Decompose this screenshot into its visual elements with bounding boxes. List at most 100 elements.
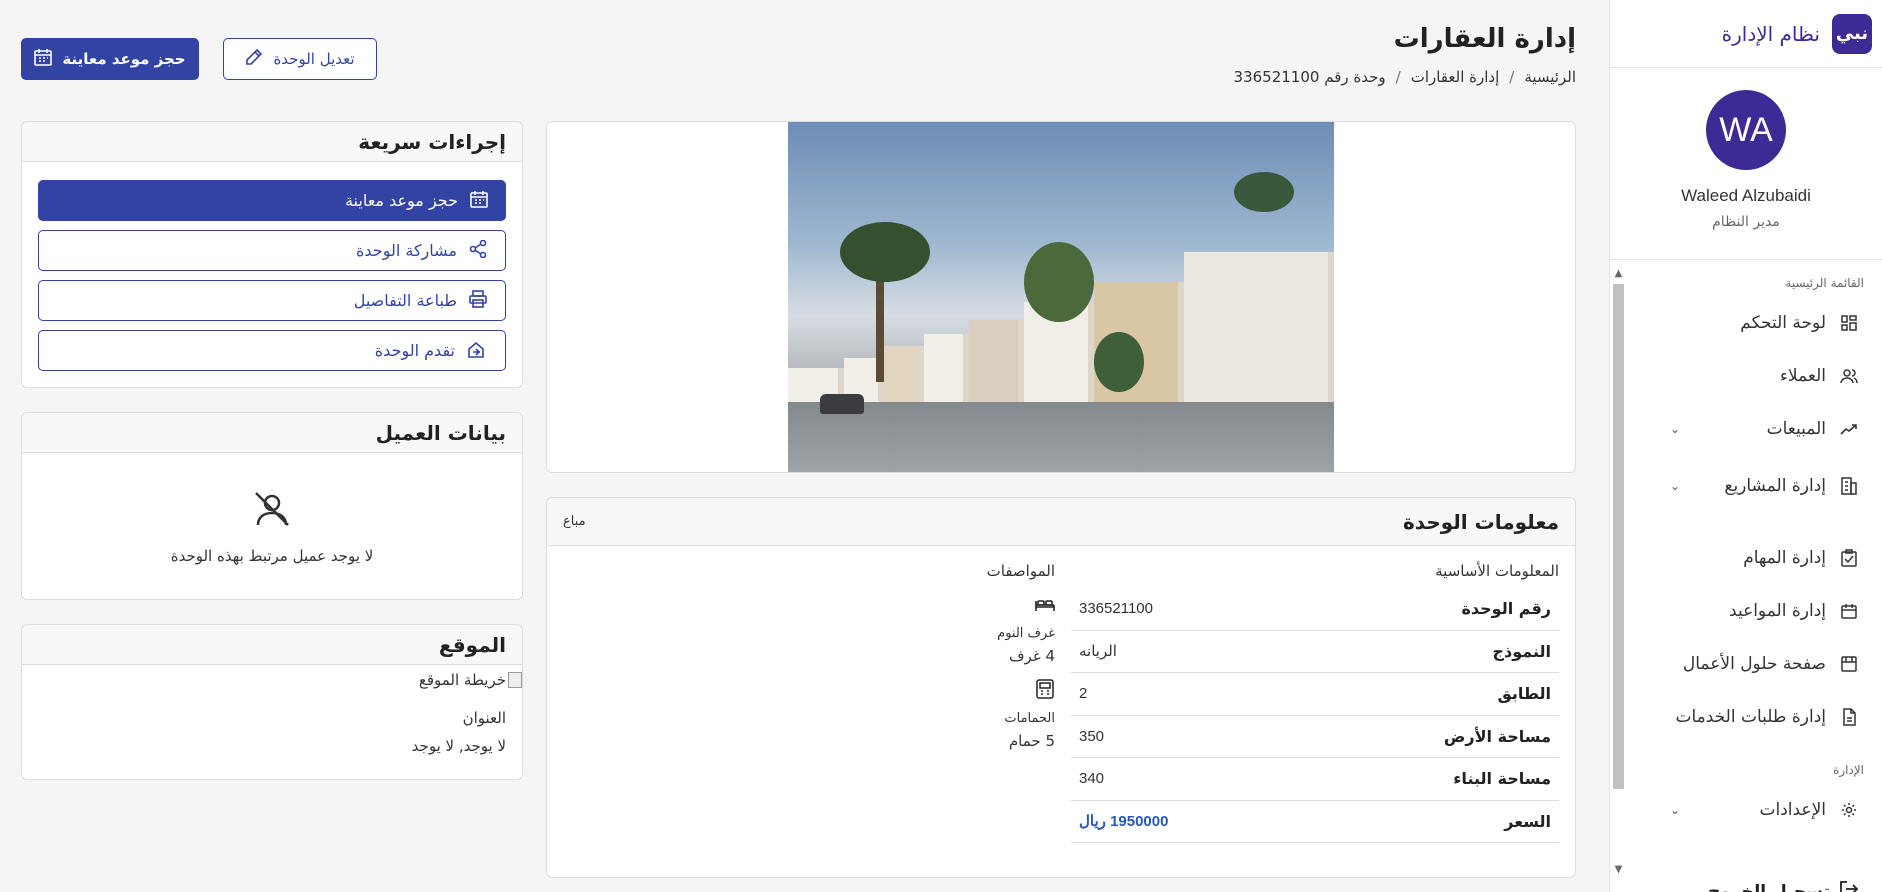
sidebar-item-label: المبيعات [1766, 418, 1826, 439]
unit-info-title: معلومات الوحدة [1402, 509, 1559, 534]
breadcrumb-separator: / [1395, 68, 1401, 86]
calendar-icon [34, 48, 53, 70]
sidebar-item-label: إدارة طلبات الخدمات [1675, 706, 1826, 727]
info-label: رقم الوحدة [1461, 599, 1551, 619]
price-value: 1950000 ريال [1079, 813, 1169, 831]
unit-image-card [546, 121, 1576, 473]
brand-logo: نبي [1832, 13, 1872, 54]
breadcrumb-separator: / [1509, 68, 1515, 86]
sidebar-item-label: إدارة المواعيد [1729, 600, 1826, 621]
sidebar-item-tasks[interactable]: إدارة المهام [1610, 531, 1882, 584]
bedrooms-value: 4 غرف [1009, 647, 1055, 665]
sidebar-item-label: صفحة حلول الأعمال [1682, 653, 1826, 674]
qa-share-unit-button[interactable]: مشاركة الوحدة [38, 230, 506, 271]
sidebar-item-label: الإعدادات [1759, 799, 1826, 820]
sidebar-item-sales[interactable]: المبيعات ⌄ [1610, 402, 1882, 455]
qa-progress-label: تقدم الوحدة [374, 341, 455, 360]
bedrooms-label: غرف النوم [997, 626, 1055, 641]
chevron-down-icon[interactable]: ⌄ [1670, 479, 1680, 493]
unit-info-card: معلومات الوحدة مباع المعلومات الأساسية ر… [546, 497, 1576, 878]
bathrooms-value: 5 حمام [1008, 732, 1055, 750]
info-row-build-area: مساحة البناء 340 [1071, 758, 1559, 801]
location-header: الموقع [22, 625, 522, 665]
info-row-floor: الطابق 2 [1071, 673, 1559, 716]
qa-book-viewing-button[interactable]: حجز موعد معاينة [38, 180, 506, 221]
logout-icon [1840, 881, 1859, 892]
status-badge: مباع [563, 514, 586, 529]
menu-section-admin: الإدارة [1833, 763, 1864, 777]
sidebar: نبي نظام الإدارة WA Waleed Alzubaidi مدي… [1609, 0, 1882, 892]
user-profile: WA Waleed Alzubaidi مدير النظام [1610, 68, 1882, 260]
sidebar-item-appointments[interactable]: إدارة المواعيد [1610, 584, 1882, 637]
broken-image-icon [508, 672, 522, 688]
user-slash-icon [252, 489, 292, 533]
breadcrumb-home[interactable]: الرئيسية [1524, 68, 1576, 86]
dashboard-icon [1840, 314, 1858, 332]
profile-name: Waleed Alzubaidi [1681, 186, 1811, 205]
qa-book-label: حجز موعد معاينة [344, 191, 458, 210]
address-value: لا يوجد, لا يوجد [411, 737, 506, 755]
share-icon [469, 239, 487, 262]
client-empty-text: لا يوجد عميل مرتبط بهذه الوحدة [170, 547, 374, 565]
info-value: 2 [1079, 685, 1088, 703]
unit-info-header: معلومات الوحدة مباع [547, 498, 1575, 546]
sidebar-item-label: لوحة التحكم [1740, 312, 1826, 333]
avatar: WA [1706, 90, 1786, 170]
unit-photo[interactable] [788, 122, 1334, 472]
store-icon [1840, 655, 1858, 673]
chevron-down-icon[interactable]: ⌄ [1670, 803, 1680, 817]
menu-section-main: القائمة الرئيسية [1785, 276, 1864, 290]
qa-print-label: طباعة التفاصيل [353, 291, 457, 310]
sidebar-item-projects[interactable]: إدارة المشاريع ⌄ [1610, 455, 1882, 517]
scroll-up-arrow[interactable]: ▲ [1610, 266, 1627, 280]
logout-label: تسجيل الخروج [1708, 881, 1830, 892]
client-card: بيانات العميل لا يوجد عميل مرتبط بهذه ال… [21, 412, 523, 600]
page-title: إدارة العقارات [1393, 24, 1576, 54]
logout-link[interactable]: تسجيل الخروج [1708, 881, 1859, 892]
breadcrumb-properties[interactable]: إدارة العقارات [1411, 68, 1500, 86]
brand[interactable]: نبي نظام الإدارة [1610, 0, 1882, 68]
specs: المواصفات غرف النوم 4 غرف الحمامات 5 حما… [935, 562, 1055, 750]
service-icon [1840, 707, 1858, 726]
main-content: إدارة العقارات الرئيسية / إدارة العقارات… [0, 0, 1609, 892]
edit-unit-label: تعديل الوحدة [273, 50, 355, 68]
client-empty-state: لا يوجد عميل مرتبط بهذه الوحدة [22, 453, 522, 565]
info-row-model: النموذج الريانه [1071, 631, 1559, 673]
map-image[interactable]: خريطة الموقع [22, 665, 522, 689]
book-viewing-button[interactable]: حجز موعد معاينة [21, 38, 199, 80]
info-label: مساحة الأرض [1443, 726, 1551, 746]
info-label: مساحة البناء [1453, 769, 1551, 789]
scroll-down-arrow[interactable]: ▼ [1610, 862, 1627, 876]
pencil-icon [245, 48, 263, 70]
location-card: الموقع خريطة الموقع العنوان لا يوجد, لا … [21, 624, 523, 780]
tasks-icon [1840, 548, 1858, 567]
users-icon [1840, 367, 1858, 385]
book-viewing-label: حجز موعد معاينة [62, 50, 186, 68]
photo-car [820, 394, 864, 414]
qa-print-details-button[interactable]: طباعة التفاصيل [38, 280, 506, 321]
chevron-down-icon[interactable]: ⌄ [1670, 422, 1680, 436]
profile-role: مدير النظام [1712, 214, 1780, 230]
sidebar-item-service-requests[interactable]: إدارة طلبات الخدمات [1610, 690, 1882, 743]
sidebar-item-business-solutions[interactable]: صفحة حلول الأعمال [1610, 637, 1882, 690]
info-label: النموذج [1492, 641, 1551, 661]
sidebar-item-dashboard[interactable]: لوحة التحكم [1610, 296, 1882, 349]
bath-icon [935, 675, 1055, 703]
info-value: 350 [1079, 727, 1105, 745]
sidebar-item-settings[interactable]: الإعدادات ⌄ [1610, 783, 1882, 836]
progress-icon [467, 340, 487, 362]
photo-road [788, 392, 1334, 472]
sidebar-item-label: إدارة المهام [1743, 547, 1826, 568]
sidebar-item-clients[interactable]: العملاء [1610, 349, 1882, 402]
sidebar-item-label: إدارة المشاريع [1724, 476, 1826, 496]
gear-icon [1840, 801, 1858, 819]
calendar-icon [470, 190, 488, 212]
building-icon [1840, 477, 1858, 495]
qa-unit-progress-button[interactable]: تقدم الوحدة [38, 330, 506, 371]
quick-actions-header: إجراءات سريعة [22, 122, 522, 162]
edit-unit-button[interactable]: تعديل الوحدة [223, 38, 377, 80]
brand-name: نظام الإدارة [1721, 21, 1820, 46]
basic-info: المعلومات الأساسية رقم الوحدة 336521100 … [1071, 562, 1559, 843]
address-label: العنوان [462, 709, 506, 727]
calendar-icon [1840, 602, 1858, 620]
